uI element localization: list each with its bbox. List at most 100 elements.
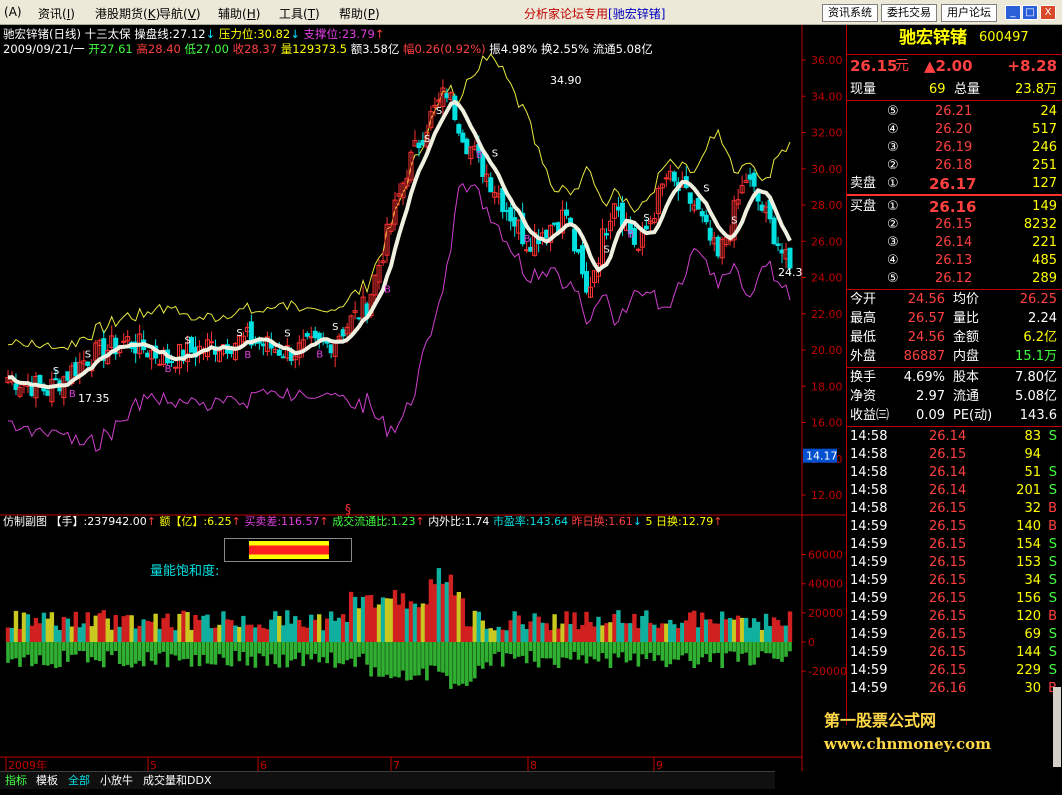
net-flow-bar	[417, 642, 421, 676]
net-flow-bar	[85, 642, 90, 663]
menu-item-navigate[interactable]: 导航(V)	[159, 5, 201, 22]
buy-signal: B	[476, 150, 483, 161]
volume-bar	[572, 612, 577, 642]
sell-signal: S	[332, 322, 338, 333]
net-flow-bar	[708, 642, 713, 663]
candle-body	[715, 236, 721, 257]
buy-signal: B	[244, 350, 251, 361]
tick-vol: 30	[1024, 681, 1041, 696]
net-flow-bar	[297, 642, 302, 653]
net-flow-bar	[14, 642, 18, 659]
volume-bar	[472, 610, 478, 642]
volume-bar	[241, 615, 246, 642]
kline-chart[interactable]: 36.00 34.00 32.00 30.00 28.00 26.00 24.00 22.00…	[0, 25, 847, 771]
volume-bar	[145, 620, 150, 642]
volume-bar	[480, 620, 485, 642]
net-flow-bar	[644, 642, 649, 659]
stat-row: 最高 26.57 量比 2.24	[847, 310, 1062, 328]
volume-bar	[376, 604, 382, 642]
trade-button[interactable]: 委托交易	[881, 4, 937, 22]
scrollbar[interactable]	[1053, 687, 1061, 767]
tick-time: 14:59	[850, 537, 888, 552]
net-flow-bar	[333, 642, 337, 668]
stat-label: 最低	[850, 330, 877, 345]
net-flow-bar	[624, 642, 629, 663]
volume-bar	[496, 626, 501, 642]
volume-bar	[293, 616, 298, 642]
vol-tick-label: 0	[808, 636, 815, 649]
bid-level: ③	[887, 235, 899, 250]
ask-row: ③ 26.19 246	[847, 139, 1062, 157]
menu-item-hk-futures[interactable]: 港股期货(K)	[95, 5, 160, 22]
candle-body	[576, 248, 582, 253]
volume-bar	[173, 630, 178, 642]
net-flow-bar	[237, 642, 242, 662]
menu-item-help[interactable]: 帮助(P)	[339, 5, 380, 22]
tick-side: B	[1048, 519, 1057, 534]
candle-body	[45, 390, 51, 396]
tab-all[interactable]: 全部	[68, 773, 90, 788]
minimize-icon[interactable]: _	[1005, 5, 1021, 20]
sell-signal: S	[53, 366, 59, 377]
chart-area[interactable]: 36.00 34.00 32.00 30.00 28.00 26.00 24.00 22.00…	[0, 25, 847, 771]
buy-signal: B	[316, 349, 323, 360]
volume-bar	[704, 619, 709, 642]
volume-bar	[217, 624, 222, 642]
tab-template[interactable]: 模板	[36, 773, 58, 788]
maximize-icon[interactable]: □	[1022, 5, 1038, 20]
candle-body	[73, 362, 79, 377]
volume-bar	[201, 615, 206, 642]
amplitude-value: 振4.98%	[489, 42, 538, 56]
net-flow-bar	[377, 642, 381, 677]
volume-bar	[783, 625, 789, 642]
tick-price: 26.15	[929, 573, 967, 588]
volume-bar	[69, 626, 75, 642]
volume-bar	[225, 619, 230, 642]
candle-body	[512, 217, 518, 227]
tab-volume-ddx[interactable]: 成交量和DDX	[143, 773, 211, 788]
sell-signal: S	[492, 149, 498, 160]
volume-bar	[285, 610, 290, 642]
net-flow-bar	[293, 642, 298, 660]
net-flow-bar	[421, 642, 425, 669]
volume-bar	[684, 620, 689, 642]
volume-bar	[73, 611, 79, 642]
menu-item-tools[interactable]: 工具(T)	[279, 5, 320, 22]
tick-price: 26.15	[929, 609, 967, 624]
volume-bar	[133, 628, 138, 642]
volume-bar	[205, 614, 210, 642]
price-change: ▲2.00	[924, 57, 973, 75]
arrow-up-icon: ↑	[415, 515, 425, 528]
volume-bar	[105, 618, 110, 642]
buy-signal: B	[384, 284, 391, 295]
volume-bar	[89, 626, 94, 642]
volume-bar	[787, 611, 793, 642]
change-value: 幅0.26(0.92%)	[403, 42, 486, 56]
volume-bar	[528, 621, 533, 642]
divider	[847, 367, 1062, 368]
menu-item-alpha[interactable]: (A)	[4, 5, 22, 19]
menu-item-news[interactable]: 资讯(I)	[38, 5, 75, 22]
tick-side: S	[1048, 663, 1057, 678]
net-flow-bar	[393, 642, 397, 677]
candle-body	[260, 343, 266, 347]
hand-value: 【手】:237942.00	[50, 515, 147, 528]
tab-indicator[interactable]: 指标	[5, 773, 27, 788]
net-flow-bar	[409, 642, 413, 680]
news-system-button[interactable]: 资讯系统	[822, 4, 878, 22]
menu-item-assist[interactable]: 辅助(H)	[218, 5, 260, 22]
volume-bar	[404, 608, 410, 642]
price-tick-label: 34.00	[811, 90, 843, 103]
candle-body	[13, 383, 19, 390]
candle-body	[328, 344, 334, 354]
volume-bar	[364, 595, 370, 642]
candle-body	[157, 363, 163, 366]
close-icon[interactable]: X	[1040, 5, 1056, 20]
candle-body	[663, 177, 669, 180]
forum-button[interactable]: 用户论坛	[941, 4, 997, 22]
tick-time: 14:58	[850, 429, 888, 444]
volume-bar	[644, 610, 649, 642]
net-flow-bar	[385, 642, 389, 675]
tab-xiaofangniu[interactable]: 小放牛	[100, 773, 133, 788]
volume-bar	[309, 614, 314, 642]
